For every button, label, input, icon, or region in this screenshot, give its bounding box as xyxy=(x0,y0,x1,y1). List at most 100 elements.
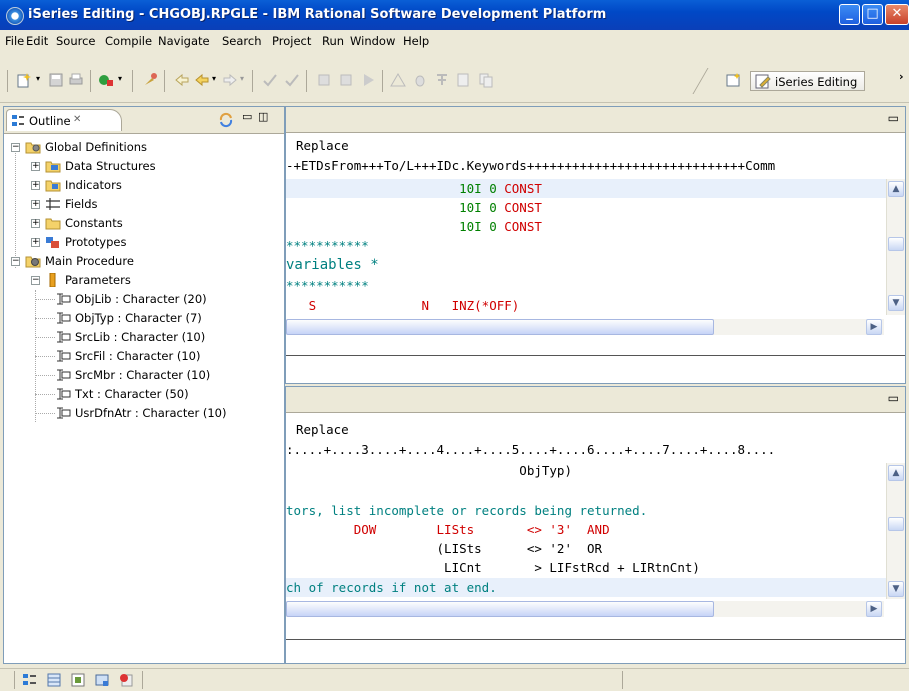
copy-icon[interactable] xyxy=(478,72,494,88)
expand-icon[interactable]: + xyxy=(31,238,40,247)
verify-icon[interactable] xyxy=(262,72,278,88)
code-line[interactable]: S N INZ(*OFF) xyxy=(286,298,520,313)
minimize-view-icon[interactable]: ▭ xyxy=(242,110,252,123)
chevron-down-icon[interactable]: ▾ xyxy=(212,74,216,83)
menu-search[interactable]: Search xyxy=(222,34,262,48)
expand-icon[interactable]: + xyxy=(31,162,40,171)
code-line[interactable]: 10I 0 CONST xyxy=(286,181,542,196)
parameter-icon xyxy=(57,312,71,324)
warning-icon[interactable] xyxy=(390,72,406,88)
toolbar-separator xyxy=(132,70,133,92)
debug-icon[interactable] xyxy=(412,72,428,88)
maximize-button[interactable]: □ xyxy=(862,4,883,25)
scroll-down-button[interactable]: ▼ xyxy=(888,295,904,311)
expand-icon[interactable]: + xyxy=(31,219,40,228)
scroll-down-button[interactable]: ▼ xyxy=(888,581,904,597)
chevron-down-icon[interactable]: ▾ xyxy=(36,74,40,83)
code-line[interactable]: ObjTyp) xyxy=(286,463,572,478)
compile-prompt-icon[interactable] xyxy=(338,72,354,88)
code-comment[interactable]: variables * xyxy=(286,257,379,273)
scroll-thumb[interactable] xyxy=(888,517,904,531)
horizontal-scroll-thumb[interactable] xyxy=(286,601,714,617)
tab-outline[interactable]: Outline ✕ xyxy=(6,109,122,131)
commands-log-icon[interactable] xyxy=(94,672,110,688)
code-line[interactable]: (LISts <> '2' OR xyxy=(286,541,603,556)
toolbar-separator xyxy=(306,70,307,92)
tree-icon[interactable] xyxy=(434,72,450,88)
outline-icon xyxy=(12,115,24,126)
code-line[interactable]: 10I 0 CONST xyxy=(286,200,542,215)
properties-view-icon[interactable] xyxy=(70,672,86,688)
scroll-up-button[interactable]: ▲ xyxy=(888,465,904,481)
sync-icon[interactable] xyxy=(218,112,234,128)
code-line[interactable]: LICnt > LIFstRcd + LIRtnCnt) xyxy=(286,560,700,575)
globe-gear-icon xyxy=(25,142,41,154)
forward-arrow-icon[interactable] xyxy=(222,72,238,88)
new-connection-icon[interactable] xyxy=(98,72,114,88)
editor-bottom-header: ▭ xyxy=(286,387,905,413)
horizontal-scroll-thumb[interactable] xyxy=(286,319,714,335)
last-edit-icon[interactable] xyxy=(174,72,190,88)
error-list-icon[interactable] xyxy=(118,672,134,688)
chevron-down-icon[interactable]: ▾ xyxy=(240,74,244,83)
collapse-icon[interactable]: − xyxy=(11,257,20,266)
run-icon[interactable] xyxy=(360,72,376,88)
menu-window[interactable]: Window xyxy=(350,34,395,48)
code-comment[interactable]: tors, list incomplete or records being r… xyxy=(286,503,647,518)
menu-compile[interactable]: Compile xyxy=(105,34,152,48)
table-view-icon[interactable] xyxy=(46,672,62,688)
chevron-down-icon[interactable]: ▾ xyxy=(118,74,122,83)
tree-item-label: Indicators xyxy=(65,178,122,192)
compile-icon[interactable] xyxy=(316,72,332,88)
tree-item-label: UsrDfnAtr : Character (10) xyxy=(75,406,227,420)
code-comment[interactable]: ch of records if not at end. xyxy=(286,580,497,595)
expand-icon[interactable]: + xyxy=(31,181,40,190)
parameters-icon xyxy=(49,273,56,287)
horizontal-scrollbar[interactable]: ▶ xyxy=(286,319,884,335)
scroll-right-button[interactable]: ▶ xyxy=(866,319,882,335)
menu-bar: File Edit Source Compile Navigate Search… xyxy=(0,30,909,53)
menu-navigate[interactable]: Navigate xyxy=(158,34,210,48)
title-bar[interactable]: iSeries Editing - CHGOBJ.RPGLE - IBM Rat… xyxy=(0,0,909,30)
close-button[interactable]: ✕ xyxy=(885,4,909,25)
tree-item-label: Parameters xyxy=(65,273,131,287)
expand-icon[interactable]: + xyxy=(31,200,40,209)
edit-icon[interactable] xyxy=(456,72,472,88)
vertical-scrollbar[interactable]: ▲ ▼ xyxy=(886,179,905,315)
close-icon[interactable]: ✕ xyxy=(73,114,81,125)
collapse-icon[interactable]: − xyxy=(31,276,40,285)
menu-run[interactable]: Run xyxy=(322,34,344,48)
menu-help[interactable]: Help xyxy=(403,34,429,48)
tree-item-label: Main Procedure xyxy=(45,254,134,268)
menu-file[interactable]: File xyxy=(5,34,24,48)
minimize-button[interactable]: _ xyxy=(839,4,860,25)
verify-prompt-icon[interactable] xyxy=(284,72,300,88)
menu-source[interactable]: Source xyxy=(56,34,96,48)
maximize-editor-icon[interactable]: ▭ xyxy=(888,111,899,125)
perspective-iseries-editing[interactable]: iSeries Editing xyxy=(750,71,865,91)
maximize-editor-icon[interactable]: ▭ xyxy=(888,391,899,405)
scroll-up-button[interactable]: ▲ xyxy=(888,181,904,197)
scroll-thumb[interactable] xyxy=(888,237,904,251)
column-ruler: :....+....3....+....4....+....5....+....… xyxy=(286,442,776,457)
code-line[interactable]: 10I 0 CONST xyxy=(286,219,542,234)
vertical-scrollbar[interactable]: ▲ ▼ xyxy=(886,463,905,599)
menu-project[interactable]: Project xyxy=(272,34,311,48)
maximize-view-icon[interactable]: ◫ xyxy=(258,110,268,123)
new-wizard-icon[interactable] xyxy=(16,72,32,88)
code-line[interactable]: DOW LISts <> '3' AND xyxy=(286,522,610,537)
pin-icon[interactable] xyxy=(142,72,158,88)
back-arrow-icon[interactable] xyxy=(194,72,210,88)
more-chevron-icon[interactable]: › xyxy=(899,70,904,83)
save-icon[interactable] xyxy=(48,72,64,88)
code-comment[interactable]: *********** xyxy=(286,278,369,293)
collapse-icon[interactable]: − xyxy=(11,143,20,152)
open-perspective-icon[interactable] xyxy=(726,72,742,88)
code-comment[interactable]: *********** xyxy=(286,238,369,253)
menu-edit[interactable]: Edit xyxy=(26,34,48,48)
print-icon[interactable] xyxy=(68,72,84,88)
scroll-right-button[interactable]: ▶ xyxy=(866,601,882,617)
horizontal-scrollbar[interactable]: ▶ xyxy=(286,601,884,617)
outline-view-icon[interactable] xyxy=(22,672,38,688)
